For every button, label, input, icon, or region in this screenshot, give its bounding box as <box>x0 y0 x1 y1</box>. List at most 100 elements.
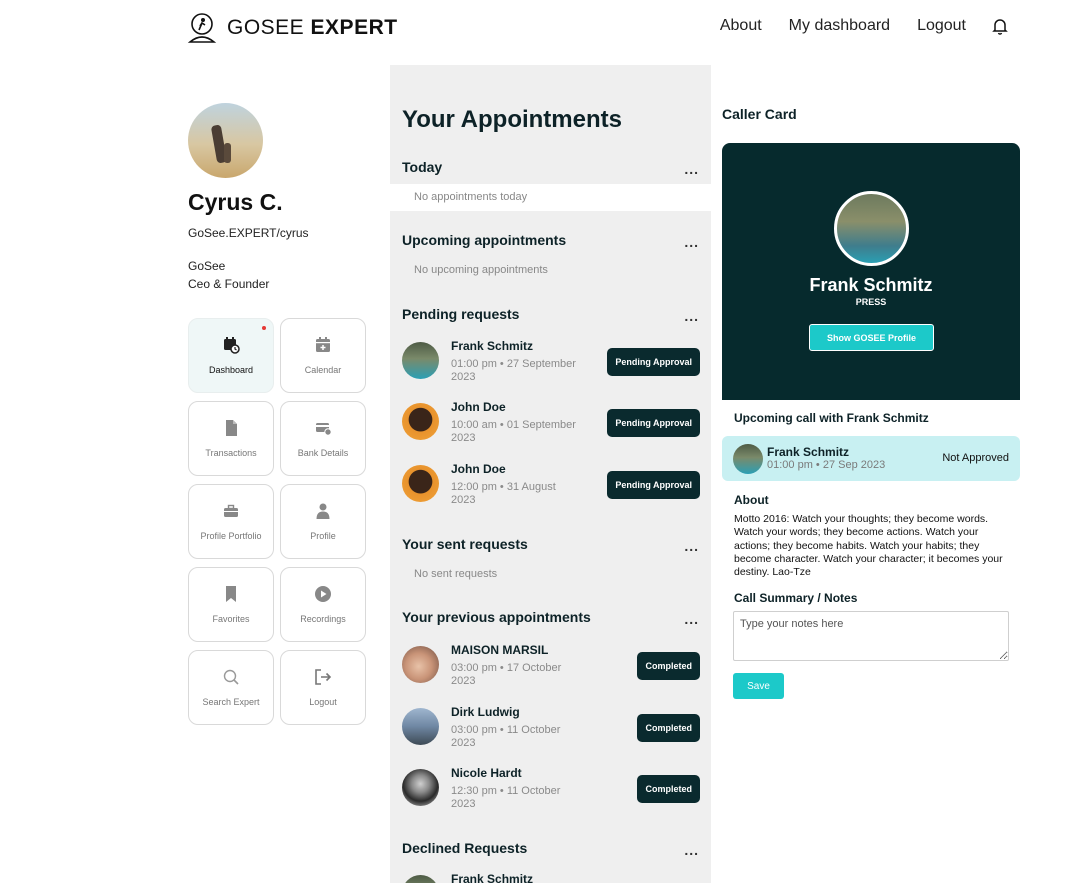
item-time: 01:00 pm • 27 September 2023 <box>451 358 576 383</box>
list-item[interactable]: John Doe 12:00 pm • 31 August 2023 Pendi… <box>402 462 700 512</box>
sent-more-button[interactable]: ... <box>684 538 699 554</box>
notes-field[interactable] <box>733 611 1009 661</box>
save-button[interactable]: Save <box>733 673 784 699</box>
item-time: 03:00 pm • 11 October 2023 <box>451 724 561 749</box>
page-title: Your Appointments <box>402 106 622 133</box>
pending-more-button[interactable]: ... <box>684 308 699 324</box>
upcoming-call-name: Frank Schmitz <box>767 445 850 459</box>
document-icon <box>226 420 237 436</box>
today-more-button[interactable]: ... <box>684 161 699 177</box>
upcoming-call-row[interactable]: Frank Schmitz 01:00 pm • 27 Sep 2023 Not… <box>722 436 1020 481</box>
avatar <box>402 875 439 883</box>
list-item[interactable]: John Doe 10:00 am • 01 September 2023 Pe… <box>402 400 700 450</box>
search-icon <box>223 669 239 685</box>
menu-recordings[interactable]: Recordings <box>280 567 366 642</box>
menu-profile[interactable]: Profile <box>280 484 366 559</box>
item-name: John Doe <box>451 462 506 476</box>
avatar <box>402 769 439 806</box>
caller-name: Frank Schmitz <box>809 275 933 295</box>
avatar <box>402 342 439 379</box>
status-badge[interactable]: Pending Approval <box>607 348 700 376</box>
section-previous-title: Your previous appointments <box>402 609 591 625</box>
section-upcoming-title: Upcoming appointments <box>402 232 567 248</box>
item-time: 12:30 pm • 11 October 2023 <box>451 785 561 810</box>
about-text: Motto 2016: Watch your thoughts; they be… <box>734 513 1003 579</box>
list-item[interactable]: MAISON MARSIL 03:00 pm • 17 October 2023… <box>402 643 700 693</box>
brand-name: GOSEE EXPERT <box>227 16 398 39</box>
profile-summary: Cyrus C. GoSee.EXPERT/cyrus GoSee Ceo & … <box>188 103 368 293</box>
item-time: 12:00 pm • 31 August 2023 <box>451 481 556 506</box>
calendar-clock-icon <box>224 337 240 354</box>
menu-label: Profile <box>310 531 336 541</box>
about-title: About <box>734 493 769 507</box>
avatar <box>733 444 763 474</box>
brand-logo[interactable]: GOSEE EXPERT <box>187 12 398 44</box>
section-sent-title: Your sent requests <box>402 536 528 552</box>
menu-label: Profile Portfolio <box>200 531 262 541</box>
menu-label: Favorites <box>212 614 250 624</box>
nav-logout[interactable]: Logout <box>917 17 966 35</box>
status-badge[interactable]: Pending Approval <box>607 471 700 499</box>
upcoming-call-time: 01:00 pm • 27 Sep 2023 <box>767 459 886 471</box>
menu-profile-portfolio[interactable]: Profile Portfolio <box>188 484 274 559</box>
notes-title: Call Summary / Notes <box>734 591 858 605</box>
profile-company-block: GoSee Ceo & Founder <box>188 257 368 293</box>
upcoming-empty-text: No upcoming appointments <box>414 264 548 276</box>
notification-dot <box>262 326 266 330</box>
today-empty-text: No appointments today <box>414 191 528 203</box>
menu-label: Search Expert <box>202 697 260 707</box>
item-time: 10:00 am • 01 September 2023 <box>451 419 576 444</box>
caller-card: Frank Schmitz PRESS Show GOSEE Profile <box>722 143 1020 400</box>
menu-favorites[interactable]: Favorites <box>188 567 274 642</box>
menu-bank-details[interactable]: Bank Details <box>280 401 366 476</box>
upcoming-call-status: Not Approved <box>942 452 1009 464</box>
status-badge[interactable]: Pending Approval <box>607 409 700 437</box>
list-item[interactable]: Nicole Hardt 12:30 pm • 11 October 2023 … <box>402 766 700 816</box>
declined-more-button[interactable]: ... <box>684 842 699 858</box>
avatar <box>402 646 439 683</box>
list-item[interactable]: Dirk Ludwig 03:00 pm • 11 October 2023 C… <box>402 705 700 755</box>
sent-empty-text: No sent requests <box>414 568 498 580</box>
bookmark-icon <box>226 586 236 602</box>
avatar <box>188 103 263 178</box>
logout-icon <box>315 669 332 685</box>
list-item[interactable]: Frank Schmitz <box>402 872 700 883</box>
profile-url: GoSee.EXPERT/cyrus <box>188 226 309 240</box>
top-header: GOSEE EXPERT About My dashboard Logout <box>0 0 1087 60</box>
menu-calendar[interactable]: Calendar <box>280 318 366 393</box>
status-badge[interactable]: Completed <box>637 714 700 742</box>
avatar <box>402 465 439 502</box>
item-name: John Doe <box>451 400 506 414</box>
previous-more-button[interactable]: ... <box>684 611 699 627</box>
bell-icon[interactable] <box>991 17 1009 35</box>
list-item[interactable]: Frank Schmitz 01:00 pm • 27 September 20… <box>402 339 700 389</box>
menu-dashboard[interactable]: Dashboard <box>188 318 274 393</box>
briefcase-icon <box>224 504 238 517</box>
upcoming-more-button[interactable]: ... <box>684 234 699 250</box>
menu-transactions[interactable]: Transactions <box>188 401 274 476</box>
upcoming-call-title: Upcoming call with Frank Schmitz <box>734 411 929 425</box>
section-declined-title: Declined Requests <box>402 840 528 856</box>
show-profile-button[interactable]: Show GOSEE Profile <box>809 324 934 351</box>
item-time: 03:00 pm • 17 October 2023 <box>451 662 562 687</box>
item-name: Frank Schmitz <box>451 872 534 883</box>
section-pending-title: Pending requests <box>402 306 520 322</box>
menu-search-expert[interactable]: Search Expert <box>188 650 274 725</box>
section-today-title: Today <box>402 159 443 175</box>
menu-label: Transactions <box>205 448 257 458</box>
menu-label: Logout <box>309 697 337 707</box>
status-badge[interactable]: Completed <box>637 652 700 680</box>
status-badge[interactable]: Completed <box>637 775 700 803</box>
menu-logout[interactable]: Logout <box>280 650 366 725</box>
dashboard-menu: Dashboard Calendar Transactions Bank Det… <box>188 318 368 725</box>
caller-card-title: Caller Card <box>722 106 797 122</box>
gosee-logo-icon <box>187 13 217 43</box>
avatar <box>834 191 909 266</box>
profile-name: Cyrus C. <box>188 189 283 215</box>
nav-about[interactable]: About <box>720 17 762 35</box>
play-circle-icon <box>315 586 331 602</box>
item-name: MAISON MARSIL <box>451 643 549 657</box>
calendar-add-icon <box>316 337 330 352</box>
user-icon <box>316 503 330 519</box>
nav-my-dashboard[interactable]: My dashboard <box>789 17 890 35</box>
